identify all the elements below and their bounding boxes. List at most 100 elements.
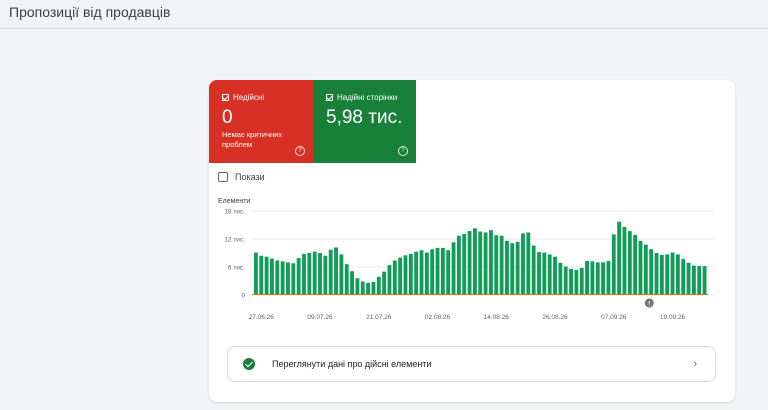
bar[interactable] [697,266,702,295]
bar[interactable] [547,254,552,295]
x-tick-label: 21.07.26 [366,314,392,321]
bar[interactable] [307,253,312,295]
bar[interactable] [622,226,627,295]
bar[interactable] [569,268,573,295]
help-circle-icon[interactable]: ? [295,146,305,156]
bar[interactable] [601,262,606,295]
bar[interactable] [537,252,541,295]
bar[interactable] [446,250,451,295]
bar[interactable] [275,260,280,295]
bar[interactable] [350,271,354,295]
bar[interactable] [617,221,622,295]
checkbox-checked-icon[interactable] [326,94,333,101]
bar[interactable] [675,254,680,295]
bar[interactable] [606,260,611,295]
view-valid-items-row[interactable]: Переглянути дані про дійсні елементи › [227,346,716,382]
bar[interactable] [355,278,360,295]
bar[interactable] [296,258,301,295]
bar[interactable] [649,249,654,295]
bar[interactable] [286,262,290,295]
bar[interactable] [451,242,456,295]
bar[interactable] [387,265,392,295]
bar[interactable] [654,253,659,295]
bar[interactable] [270,258,274,295]
valid-count: 5,98 тис. [326,107,403,128]
bar[interactable] [702,266,707,295]
chevron-right-icon[interactable]: › [693,358,697,370]
bar[interactable] [670,252,675,295]
bar[interactable] [563,266,568,295]
bar[interactable] [665,254,670,295]
impressions-toggle[interactable]: Покази [218,172,265,182]
bar[interactable] [334,247,338,295]
bar[interactable] [499,235,504,295]
checkbox-checked-icon[interactable] [222,94,229,101]
bar[interactable] [526,232,531,295]
bar[interactable] [344,264,349,295]
bar[interactable] [531,245,536,295]
bar[interactable] [633,234,638,295]
bar[interactable] [472,228,477,295]
bar[interactable] [553,256,557,295]
bar[interactable] [376,276,381,295]
invalid-items-tile[interactable]: Недійсні 0 Немає критичних проблем ? [209,80,313,163]
bar[interactable] [408,253,413,295]
bar[interactable] [280,261,285,295]
bar[interactable] [462,233,467,295]
bar[interactable] [643,244,648,295]
bar[interactable] [382,271,387,295]
bar[interactable] [366,282,371,295]
bar[interactable] [521,233,525,295]
bar[interactable] [611,234,616,295]
invalid-count: 0 [222,107,233,128]
bar[interactable] [478,231,483,295]
bar[interactable] [590,261,595,295]
bar[interactable] [681,259,686,295]
bar[interactable] [264,256,269,295]
bar[interactable] [371,281,376,295]
bar[interactable] [414,251,419,295]
bar[interactable] [312,251,317,295]
bar[interactable] [659,254,664,295]
bar[interactable] [318,253,322,295]
bar[interactable] [505,240,509,295]
bar[interactable] [430,249,435,295]
bar[interactable] [627,231,632,295]
bar[interactable] [595,262,600,295]
valid-tile-label: Надійні сторінки [337,93,398,102]
checkbox-unchecked-icon[interactable] [218,172,228,182]
bar[interactable] [483,232,488,295]
bar[interactable] [691,265,696,295]
bar[interactable] [579,267,584,295]
bar[interactable] [339,254,344,295]
bar[interactable] [259,255,264,295]
bar[interactable] [558,262,563,295]
bar[interactable] [489,230,493,295]
bar[interactable] [392,260,397,295]
bar[interactable] [515,241,520,295]
bar[interactable] [419,250,424,295]
bar[interactable] [456,235,461,295]
bar[interactable] [291,263,296,295]
bar[interactable] [494,235,499,295]
bar[interactable] [574,269,579,295]
bar[interactable] [585,260,589,295]
bar[interactable] [686,262,691,295]
bar[interactable] [398,257,403,295]
bar[interactable] [467,231,472,295]
valid-items-tile[interactable]: Надійні сторінки 5,98 тис. ? [313,80,416,163]
bar[interactable] [510,243,515,295]
bar[interactable] [638,240,643,295]
bar[interactable] [302,253,306,295]
bar[interactable] [424,252,429,295]
bar[interactable] [440,247,445,295]
bar[interactable] [360,281,365,295]
impressions-label: Покази [235,172,265,182]
bar[interactable] [542,252,547,295]
bar[interactable] [435,247,440,295]
help-circle-icon[interactable]: ? [398,146,408,156]
bar[interactable] [328,249,333,295]
bar[interactable] [403,255,408,295]
bar[interactable] [254,252,258,295]
bar[interactable] [323,255,328,295]
